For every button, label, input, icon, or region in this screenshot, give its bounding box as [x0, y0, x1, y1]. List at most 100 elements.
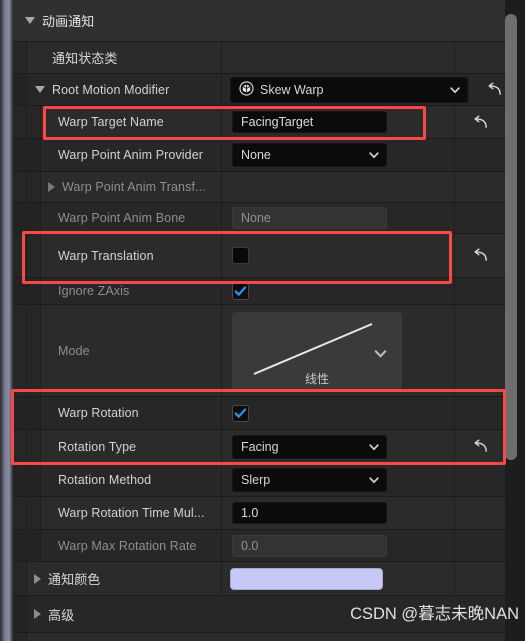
- combo-rotation-type[interactable]: Facing: [232, 434, 387, 459]
- color-swatch-notify-color[interactable]: [230, 567, 383, 590]
- text-input-warp-point-anim-bone: None: [232, 207, 387, 229]
- row-notify-state-class[interactable]: 通知状态类: [13, 42, 505, 74]
- row-reset-slot: [455, 203, 505, 233]
- triangle-down-icon[interactable]: [25, 17, 35, 24]
- indent-level-1: [13, 278, 27, 304]
- row-value: [222, 234, 455, 277]
- indent-level-1: [13, 305, 27, 396]
- number-input-warp-max-rotation-rate: 0.0: [232, 534, 387, 557]
- checkbox-warp-rotation[interactable]: [232, 404, 249, 422]
- indent-level-2: [27, 106, 41, 138]
- row-label: 通知状态类: [52, 51, 118, 66]
- row-warp-max-rotation-rate[interactable]: Warp Max Rotation Rate 0.0: [13, 530, 505, 562]
- curve-preview-mode[interactable]: 线性: [232, 311, 402, 390]
- reset-arrow-icon[interactable]: [486, 82, 503, 97]
- indent-level-1: [13, 139, 27, 171]
- reset-arrow-icon[interactable]: [472, 248, 489, 263]
- row-reset-slot: [455, 497, 505, 529]
- text-input-warp-target-name[interactable]: FacingTarget: [232, 111, 387, 133]
- chevron-down-icon[interactable]: [449, 84, 461, 96]
- triangle-right-icon[interactable]: [48, 182, 55, 192]
- row-label: Root Motion Modifier: [52, 82, 170, 97]
- vertical-scrollbar-thumb[interactable]: [505, 14, 517, 460]
- combo-value: None: [241, 148, 271, 162]
- indent-level-2: [27, 278, 41, 304]
- row-label: 通知颜色: [48, 572, 101, 587]
- chevron-down-icon[interactable]: [368, 149, 380, 161]
- row-warp-point-anim-provider[interactable]: Warp Point Anim Provider None: [13, 139, 505, 172]
- indent-level-2: [27, 203, 41, 233]
- indent-level-1: [13, 42, 27, 73]
- checkmark-icon: [234, 285, 247, 296]
- chevron-down-icon[interactable]: [368, 441, 380, 453]
- row-value: Facing: [222, 430, 455, 463]
- row-warp-target-name[interactable]: Warp Target Name FacingTarget: [13, 106, 505, 139]
- row-ignore-zaxis[interactable]: Ignore ZAxis: [13, 278, 505, 305]
- row-value: [222, 397, 455, 429]
- row-value[interactable]: [222, 42, 455, 73]
- watermark-text: CSDN @暮志未晚NAN: [350, 605, 519, 623]
- indent-level-1: [13, 464, 27, 496]
- row-reset-slot: [455, 464, 505, 496]
- reset-arrow-icon[interactable]: [472, 439, 489, 454]
- row-warp-rotation-time-multiplier[interactable]: Warp Rotation Time Mul... 1.0: [13, 497, 505, 530]
- row-label: Warp Rotation: [58, 406, 139, 420]
- row-value: [222, 562, 455, 595]
- triangle-down-icon[interactable]: [35, 86, 45, 93]
- row-rotation-type[interactable]: Rotation Type Facing: [13, 430, 505, 464]
- row-rotation-method[interactable]: Rotation Method Slerp: [13, 464, 505, 497]
- triangle-right-icon[interactable]: [34, 609, 41, 619]
- row-label: Warp Translation: [58, 248, 154, 263]
- row-label: Warp Point Anim Bone: [58, 211, 186, 225]
- left-gutter-strip: [0, 0, 13, 641]
- vertical-scrollbar-track[interactable]: [505, 0, 522, 641]
- indent-level-2: [27, 430, 41, 463]
- row-warp-point-anim-bone[interactable]: Warp Point Anim Bone None: [13, 203, 505, 234]
- row-label: Ignore ZAxis: [58, 284, 130, 298]
- reset-warp-target-name[interactable]: [455, 106, 505, 138]
- indent-level-1: [13, 397, 27, 429]
- chevron-down-icon[interactable]: [368, 474, 380, 486]
- indent-level-2: [27, 305, 41, 396]
- row-reset-slot: [455, 562, 505, 595]
- row-notify-color[interactable]: 通知颜色: [13, 562, 505, 596]
- reset-arrow-icon[interactable]: [472, 115, 489, 130]
- input-value: None: [241, 211, 271, 225]
- reset-rotation-type[interactable]: [455, 430, 505, 463]
- triangle-right-icon[interactable]: [34, 573, 41, 584]
- chevron-down-icon[interactable]: [373, 346, 388, 361]
- row-value: [222, 172, 455, 202]
- category-header-anim-notify[interactable]: 动画通知: [13, 0, 505, 42]
- row-root-motion-modifier[interactable]: Root Motion Modifier Skew Warp: [13, 74, 505, 106]
- input-value: 1.0: [241, 506, 259, 520]
- reset-warp-translation[interactable]: [455, 234, 505, 277]
- indent-level-1: [13, 203, 27, 233]
- indent-level-1: [13, 234, 27, 277]
- indent-level-2: [27, 497, 41, 529]
- row-reset-slot: [455, 42, 505, 73]
- checkbox-warp-translation[interactable]: [232, 247, 249, 264]
- row-warp-translation[interactable]: Warp Translation: [13, 234, 505, 278]
- row-warp-rotation[interactable]: Warp Rotation: [13, 397, 505, 430]
- class-picker-combo-root-motion-modifier[interactable]: Skew Warp: [230, 76, 468, 103]
- row-value: FacingTarget: [222, 106, 455, 138]
- row-label: Warp Target Name: [58, 115, 164, 129]
- row-label: Mode: [58, 343, 90, 358]
- input-value: 0.0: [241, 538, 259, 553]
- row-partial-bottom[interactable]: [13, 633, 505, 641]
- category-title: 动画通知: [42, 14, 95, 29]
- row-value: None: [222, 139, 455, 171]
- row-label: Warp Point Anim Transf...: [62, 180, 206, 194]
- indent-level-1: [13, 530, 27, 561]
- indent-level-2: [27, 530, 41, 561]
- row-label: Warp Rotation Time Mul...: [58, 506, 205, 520]
- indent-level-1: [13, 74, 27, 105]
- checkbox-ignore-zaxis[interactable]: [232, 282, 249, 300]
- row-warp-point-anim-transform[interactable]: Warp Point Anim Transf...: [13, 172, 505, 203]
- row-mode[interactable]: Mode 线性: [13, 305, 505, 397]
- combo-rotation-method[interactable]: Slerp: [232, 468, 387, 492]
- combo-warp-point-anim-provider[interactable]: None: [232, 143, 387, 167]
- indent-level-2: [27, 172, 41, 202]
- row-value: Skew Warp: [222, 74, 469, 105]
- number-input-warp-rotation-time-multiplier[interactable]: 1.0: [232, 502, 387, 524]
